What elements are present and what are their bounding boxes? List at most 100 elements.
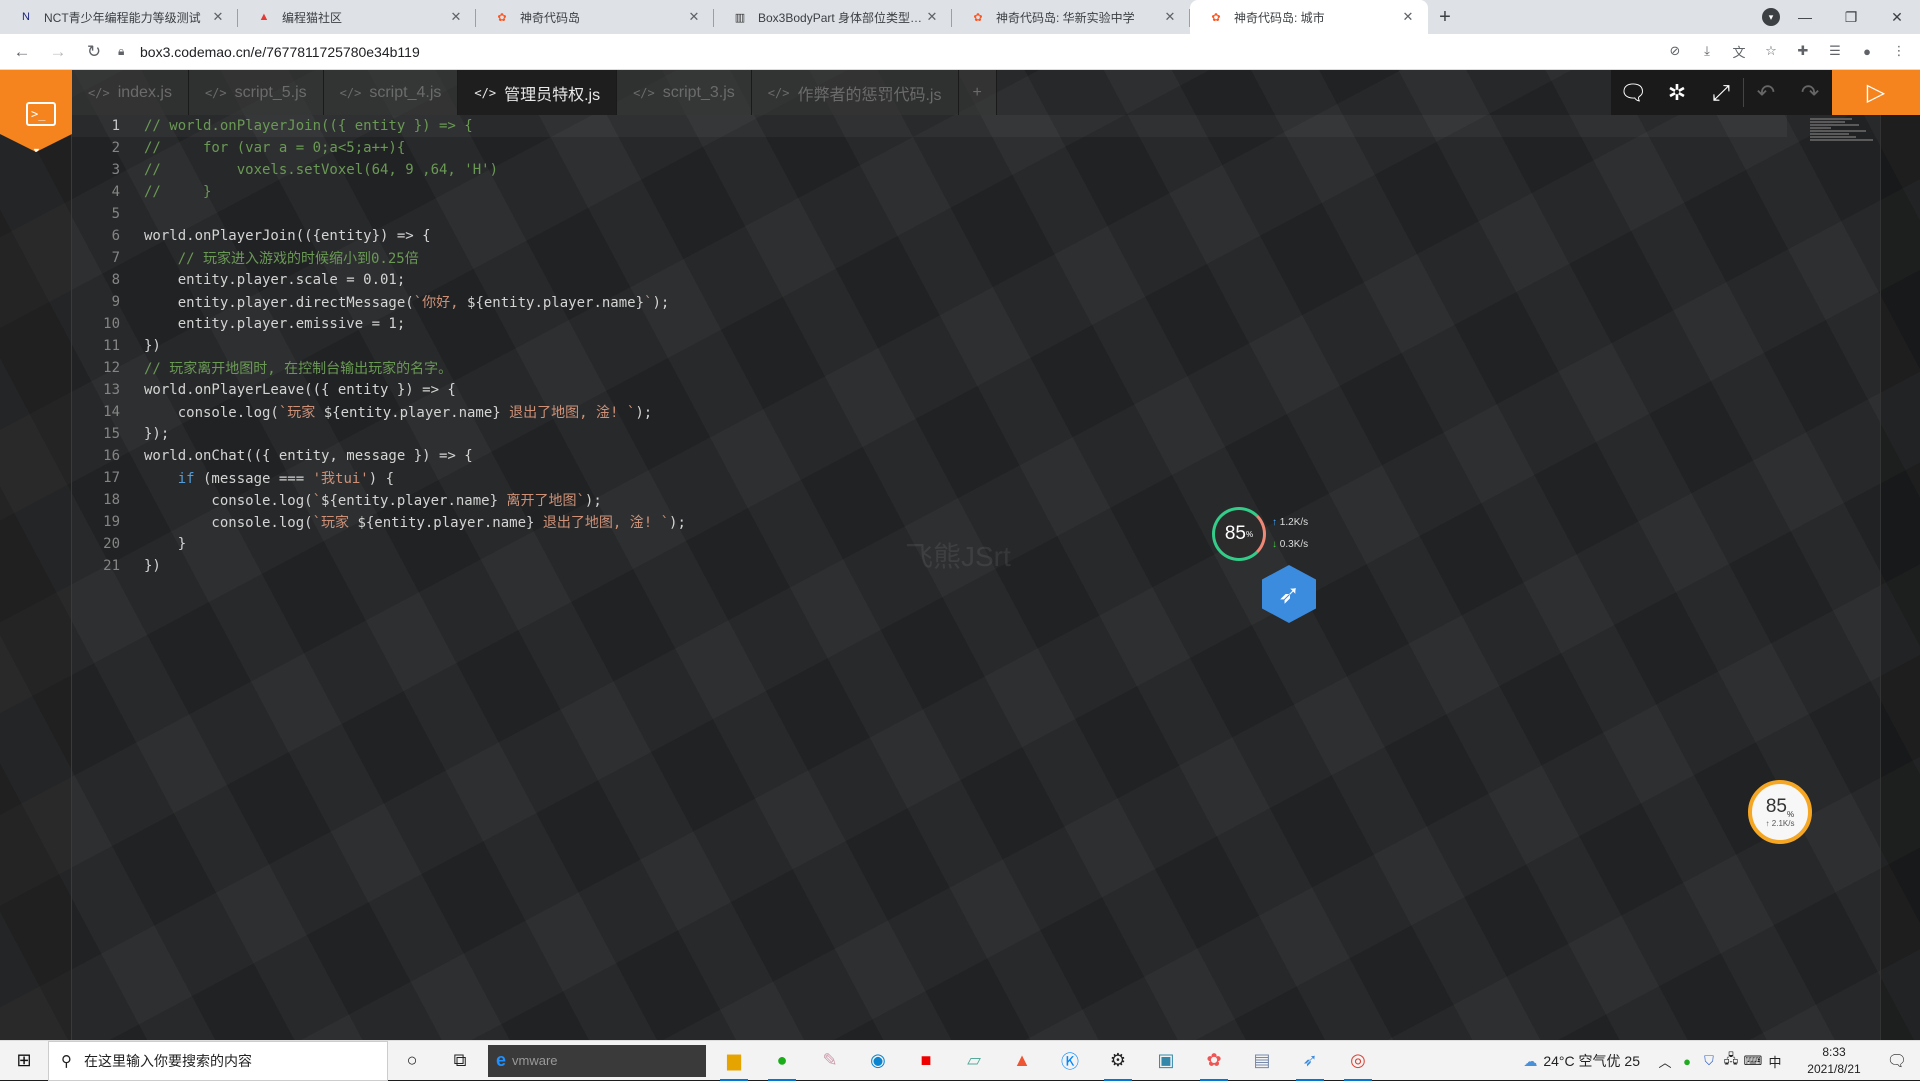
code-line[interactable]: 18 console.log(`${entity.player.name} 离开… xyxy=(72,489,1787,511)
network-speed-widget[interactable]: 85% ↑ 1.2K/s ↓ 0.3K/s xyxy=(1212,507,1308,561)
edge-icon[interactable]: ◉ xyxy=(854,1041,902,1081)
ie-search-box[interactable]: e vmware xyxy=(488,1044,706,1077)
blocked-popup-icon[interactable]: ⊘ xyxy=(1662,38,1688,64)
code-line[interactable]: 6 world.onPlayerJoin(({entity}) => { xyxy=(72,225,1787,247)
editor-file-tab[interactable]: </> script_5.js xyxy=(188,70,324,115)
notification-icon[interactable]: 🗨︎ xyxy=(1874,1051,1920,1071)
code-line[interactable]: 11}) xyxy=(72,335,1787,357)
code-line[interactable]: 12 // 玩家离开地图时, 在控制台输出玩家的名字。 xyxy=(72,357,1787,379)
youdao-icon[interactable]: ■ xyxy=(902,1041,950,1081)
close-tab-icon[interactable]: ✕ xyxy=(1400,9,1416,25)
browser-tab[interactable]: N NCT青少年编程能力等级测试 ✕ xyxy=(0,0,238,34)
undo-icon[interactable]: ↶ xyxy=(1744,70,1788,115)
line-number: 8 xyxy=(111,272,120,288)
lock-icon[interactable]: 🔒︎ xyxy=(118,44,134,59)
codemao-app-icon[interactable]: ▲ xyxy=(998,1041,1046,1081)
code-line[interactable]: 7 // 玩家进入游戏的时候缩小到0.25倍 xyxy=(72,247,1787,269)
code-line[interactable]: 19 console.log(`玩家 ${entity.player.name}… xyxy=(72,511,1787,533)
translate-icon[interactable]: 文 xyxy=(1726,38,1752,64)
reload-icon[interactable]: ↻ xyxy=(80,38,108,66)
editor-file-tab[interactable]: </> script_4.js xyxy=(323,70,459,115)
code-minimap[interactable] xyxy=(1810,118,1880,158)
new-tab-button[interactable]: + xyxy=(1428,0,1462,34)
code-line[interactable]: 10 entity.player.emissive = 1; xyxy=(72,313,1787,335)
code-token: // voxels.setVoxel(64, 9 ,64, 'H') xyxy=(144,162,499,178)
keyboard-icon[interactable]: ⌨ xyxy=(1742,1053,1764,1069)
network-speed-ball[interactable]: 85% ↑ 2.1K/s xyxy=(1748,780,1812,844)
code-line[interactable]: 5 xyxy=(72,203,1787,225)
box3-app-icon[interactable]: ✿ xyxy=(1190,1041,1238,1081)
browser-tab[interactable]: ✿ 神奇代码岛 ✕ xyxy=(476,0,714,34)
close-tab-icon[interactable]: ✕ xyxy=(1162,9,1178,25)
cortana-icon[interactable]: ○ xyxy=(388,1041,436,1081)
code-line[interactable]: 3 // voxels.setVoxel(64, 9 ,64, 'H') xyxy=(72,159,1787,181)
profile-avatar-icon[interactable]: ● xyxy=(1854,38,1880,64)
back-arrow-icon[interactable]: ← xyxy=(8,38,36,66)
close-tab-icon[interactable]: ✕ xyxy=(448,9,464,25)
bookmark-star-icon[interactable]: ☆ xyxy=(1758,38,1784,64)
add-file-tab-button[interactable]: + xyxy=(958,70,997,115)
close-tab-icon[interactable]: ✕ xyxy=(210,9,226,25)
notepad-icon[interactable]: ▱ xyxy=(950,1041,998,1081)
wechat-icon[interactable]: ● xyxy=(758,1041,806,1081)
browser-tab[interactable]: ▥ Box3BodyPart 身体部位类型 · G ✕ xyxy=(714,0,952,34)
browser-tab[interactable]: ✿ 神奇代码岛: 华新实验中学 ✕ xyxy=(952,0,1190,34)
code-line[interactable]: 9 entity.player.directMessage(`你好, ${ent… xyxy=(72,291,1787,313)
reading-list-icon[interactable]: ☰ xyxy=(1822,38,1848,64)
feishu-bird-icon[interactable]: ➶ xyxy=(1286,1041,1334,1081)
code-line[interactable]: 14 console.log(`玩家 ${entity.player.name}… xyxy=(72,401,1787,423)
code-line[interactable]: 8 entity.player.scale = 0.01; xyxy=(72,269,1787,291)
line-number: 13 xyxy=(103,382,120,398)
browser-tab[interactable]: ✿ 神奇代码岛: 城市 ✕ xyxy=(1190,0,1428,34)
tray-app-icon[interactable]: ● xyxy=(1676,1054,1698,1069)
close-tab-icon[interactable]: ✕ xyxy=(686,9,702,25)
code-line[interactable]: 2 // for (var a = 0;a<5;a++){ xyxy=(72,137,1787,159)
editor-file-tab[interactable]: </> script_3.js xyxy=(617,70,752,115)
redo-icon[interactable]: ↷ xyxy=(1788,70,1832,115)
minimize-button[interactable]: — xyxy=(1782,0,1828,34)
weather-widget[interactable]: ☁ 24°C 空气优 25 xyxy=(1523,1051,1640,1071)
code-text: // 玩家离开地图时, 在控制台输出玩家的名字。 xyxy=(144,358,452,378)
kugou-icon[interactable]: Ⓚ xyxy=(1046,1041,1094,1081)
run-play-button[interactable]: ▷ xyxy=(1832,70,1920,115)
clock[interactable]: 8:33 2021/8/21 xyxy=(1794,1044,1874,1078)
paint-icon[interactable]: ✎ xyxy=(806,1041,854,1081)
editor-file-tab[interactable]: </> 管理员特权.js xyxy=(458,70,618,115)
install-icon[interactable]: ⤓ xyxy=(1694,38,1720,64)
forward-arrow-icon[interactable]: → xyxy=(44,38,72,66)
code-token: }); xyxy=(144,426,170,442)
editor-scrollbar[interactable] xyxy=(1880,115,1920,1040)
browser-tab[interactable]: ▲ 编程猫社区 ✕ xyxy=(238,0,476,34)
close-window-button[interactable]: ✕ xyxy=(1874,0,1920,34)
debug-bug-icon[interactable]: ✲ xyxy=(1655,70,1699,115)
url-input[interactable]: 🔒︎ box3.codemao.cn/e/7677811725780e34b11… xyxy=(118,38,1658,66)
image-viewer-icon[interactable]: ▤ xyxy=(1238,1041,1286,1081)
code-line[interactable]: 17 if (message === '我tui') { xyxy=(72,467,1787,489)
settings-gear-icon[interactable]: ⚙ xyxy=(1094,1041,1142,1081)
chrome-icon[interactable]: ◎ xyxy=(1334,1041,1382,1081)
code-line[interactable]: 16 world.onChat(({ entity, message }) => … xyxy=(72,445,1787,467)
code-line[interactable]: 1 // world.onPlayerJoin(({ entity }) => { xyxy=(72,115,1787,137)
code-line[interactable]: 4 // } xyxy=(72,181,1787,203)
chevron-up-icon[interactable]: ︿ xyxy=(1654,1052,1676,1071)
code-line[interactable]: 13 world.onPlayerLeave(({ entity }) => { xyxy=(72,379,1787,401)
monitor-icon[interactable]: ▣ xyxy=(1142,1041,1190,1081)
security-shield-icon[interactable]: ⛉ xyxy=(1698,1053,1720,1069)
code-editor[interactable]: 1 // world.onPlayerJoin(({ entity }) => {… xyxy=(72,115,1787,1040)
taskbar-search-input[interactable]: ⚲ 在这里输入你要搜索的内容 xyxy=(48,1040,388,1081)
file-explorer-icon[interactable]: ▆ xyxy=(710,1041,758,1081)
editor-file-tab[interactable]: </> 作弊者的惩罚代码.js xyxy=(751,70,959,115)
editor-file-tab[interactable]: </> index.js xyxy=(72,70,189,115)
close-tab-icon[interactable]: ✕ xyxy=(924,9,940,25)
network-icon[interactable]: 🖧︎ xyxy=(1720,1050,1742,1072)
tab-search-icon[interactable]: ▾ xyxy=(1762,8,1780,26)
fullscreen-icon[interactable]: ⤢ xyxy=(1699,70,1743,115)
chat-icon[interactable]: 🗨︎ xyxy=(1611,70,1655,115)
menu-kebab-icon[interactable]: ⋮ xyxy=(1886,38,1912,64)
extensions-icon[interactable]: ✚ xyxy=(1790,38,1816,64)
code-line[interactable]: 15}); xyxy=(72,423,1787,445)
task-view-icon[interactable]: ⧉ xyxy=(436,1041,484,1081)
ime-indicator[interactable]: 中 xyxy=(1764,1052,1786,1071)
windows-start-icon[interactable]: ⊞ xyxy=(0,1041,48,1081)
maximize-button[interactable]: ❐ xyxy=(1828,0,1874,34)
